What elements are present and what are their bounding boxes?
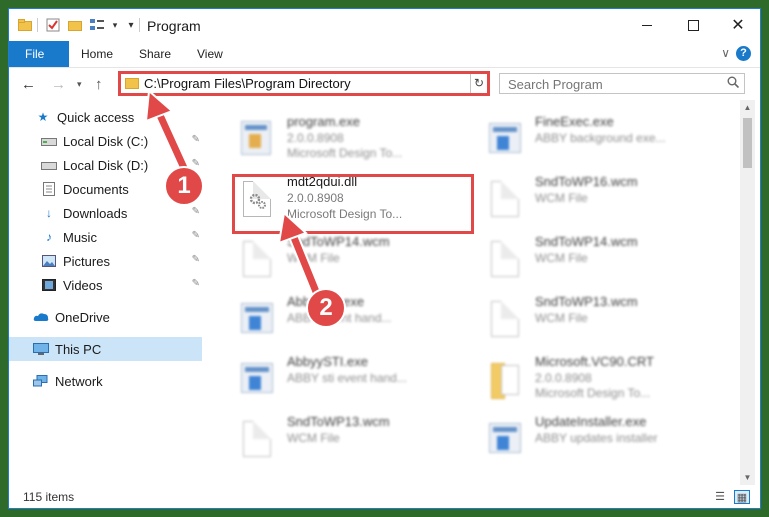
explorer-window: ▾ ▾ Program ✕ File Home Share View ∨ ? ←…	[8, 8, 761, 509]
arrow-step-2	[277, 211, 325, 305]
step-2-badge: 2	[306, 288, 346, 328]
annotation-arrows	[144, 88, 325, 305]
step-1-badge: 1	[164, 166, 204, 206]
